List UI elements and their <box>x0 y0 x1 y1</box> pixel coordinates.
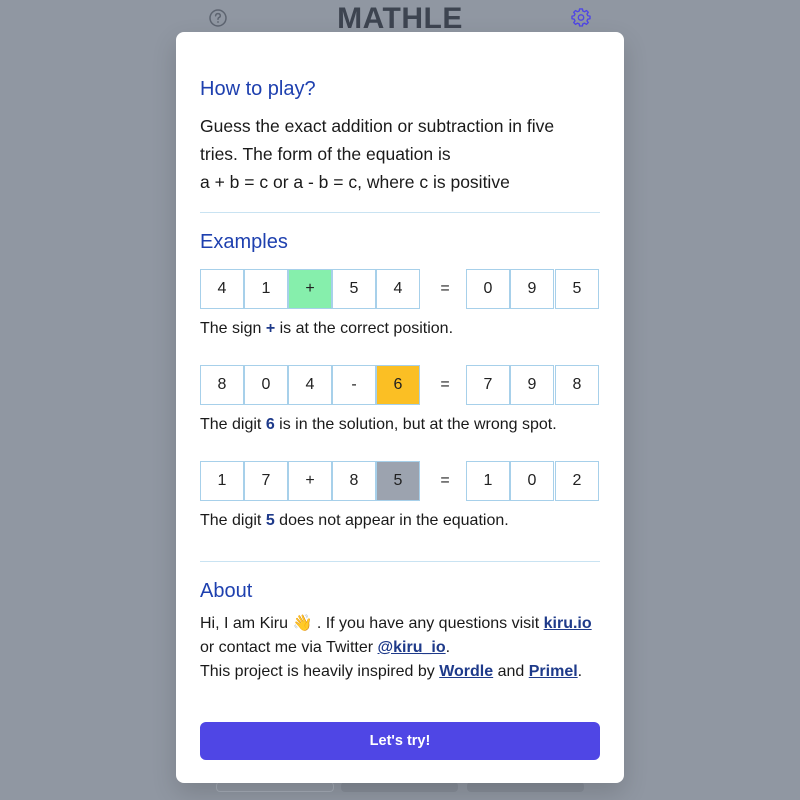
how-to-play-modal: How to play? Guess the exact addition or… <box>176 32 624 783</box>
how-to-play-title: How to play? <box>200 78 316 100</box>
examples-title: Examples <box>200 231 288 253</box>
keyboard-strip <box>0 782 800 800</box>
tile: + <box>288 269 332 309</box>
twitter-link[interactable]: @kiru_io <box>378 639 446 656</box>
tile: 8 <box>200 365 244 405</box>
about-line: Hi, I am Kiru 👋 . If you have any questi… <box>200 615 592 632</box>
tile: 1 <box>200 461 244 501</box>
how-to-play-line: tries. The form of the equation is <box>200 144 451 164</box>
tile: 7 <box>466 365 510 405</box>
tile: 2 <box>555 461 599 501</box>
divider <box>200 561 600 562</box>
gear-icon[interactable] <box>571 8 591 28</box>
about-title: About <box>200 580 253 602</box>
tile: 5 <box>376 461 420 501</box>
tile: 6 <box>376 365 420 405</box>
tile: 0 <box>466 269 510 309</box>
kiru-io-link[interactable]: kiru.io <box>544 615 592 632</box>
wordle-link[interactable]: Wordle <box>439 663 493 680</box>
example-desc-present: The digit 6 is in the solution, but at t… <box>200 416 557 433</box>
lets-try-button[interactable]: Let's try! <box>200 722 600 760</box>
tile: 4 <box>200 269 244 309</box>
tile: 1 <box>244 269 288 309</box>
primel-link[interactable]: Primel <box>529 663 578 680</box>
tile: 5 <box>332 269 376 309</box>
how-to-play-text: Guess the exact addition or subtraction … <box>200 112 600 196</box>
keyboard-key <box>467 782 584 792</box>
example-row-absent: 1 7 +8 5 = 1 0 2 <box>200 461 600 501</box>
equals-sign: = <box>423 269 467 309</box>
tile: 8 <box>555 365 599 405</box>
app-title: MATHLE <box>337 2 463 35</box>
tile: 4 <box>376 269 420 309</box>
tile: 7 <box>244 461 288 501</box>
equals-sign: = <box>423 461 467 501</box>
how-to-play-line: Guess the exact addition or subtraction … <box>200 116 555 136</box>
tile: - <box>332 365 376 405</box>
tile: 8 <box>332 461 376 501</box>
about-line: This project is heavily inspired by Word… <box>200 663 583 680</box>
example-desc-correct: The sign + is at the correct position. <box>200 320 454 337</box>
example-row-correct: 4 1 +5 4 = 0 9 5 <box>200 269 600 309</box>
example-desc-absent: The digit 5 does not appear in the equat… <box>200 512 509 529</box>
tile: 4 <box>288 365 332 405</box>
divider <box>200 212 600 213</box>
tile: 5 <box>555 269 599 309</box>
how-to-play-line: a + b = c or a - b = c, where c is posit… <box>200 172 510 192</box>
tile: 9 <box>510 269 554 309</box>
keyboard-key <box>341 782 458 792</box>
tile: 0 <box>510 461 554 501</box>
about-line: or contact me via Twitter @kiru_io. <box>200 639 451 656</box>
tile: 1 <box>466 461 510 501</box>
tile: + <box>288 461 332 501</box>
equals-sign: = <box>423 365 467 405</box>
about-text: Hi, I am Kiru 👋 . If you have any questi… <box>200 612 600 684</box>
tile: 9 <box>510 365 554 405</box>
tile: 0 <box>244 365 288 405</box>
question-circle-icon[interactable] <box>208 8 228 28</box>
example-row-present: 8 0 4-6 = 7 9 8 <box>200 365 600 405</box>
keyboard-key <box>216 782 334 792</box>
